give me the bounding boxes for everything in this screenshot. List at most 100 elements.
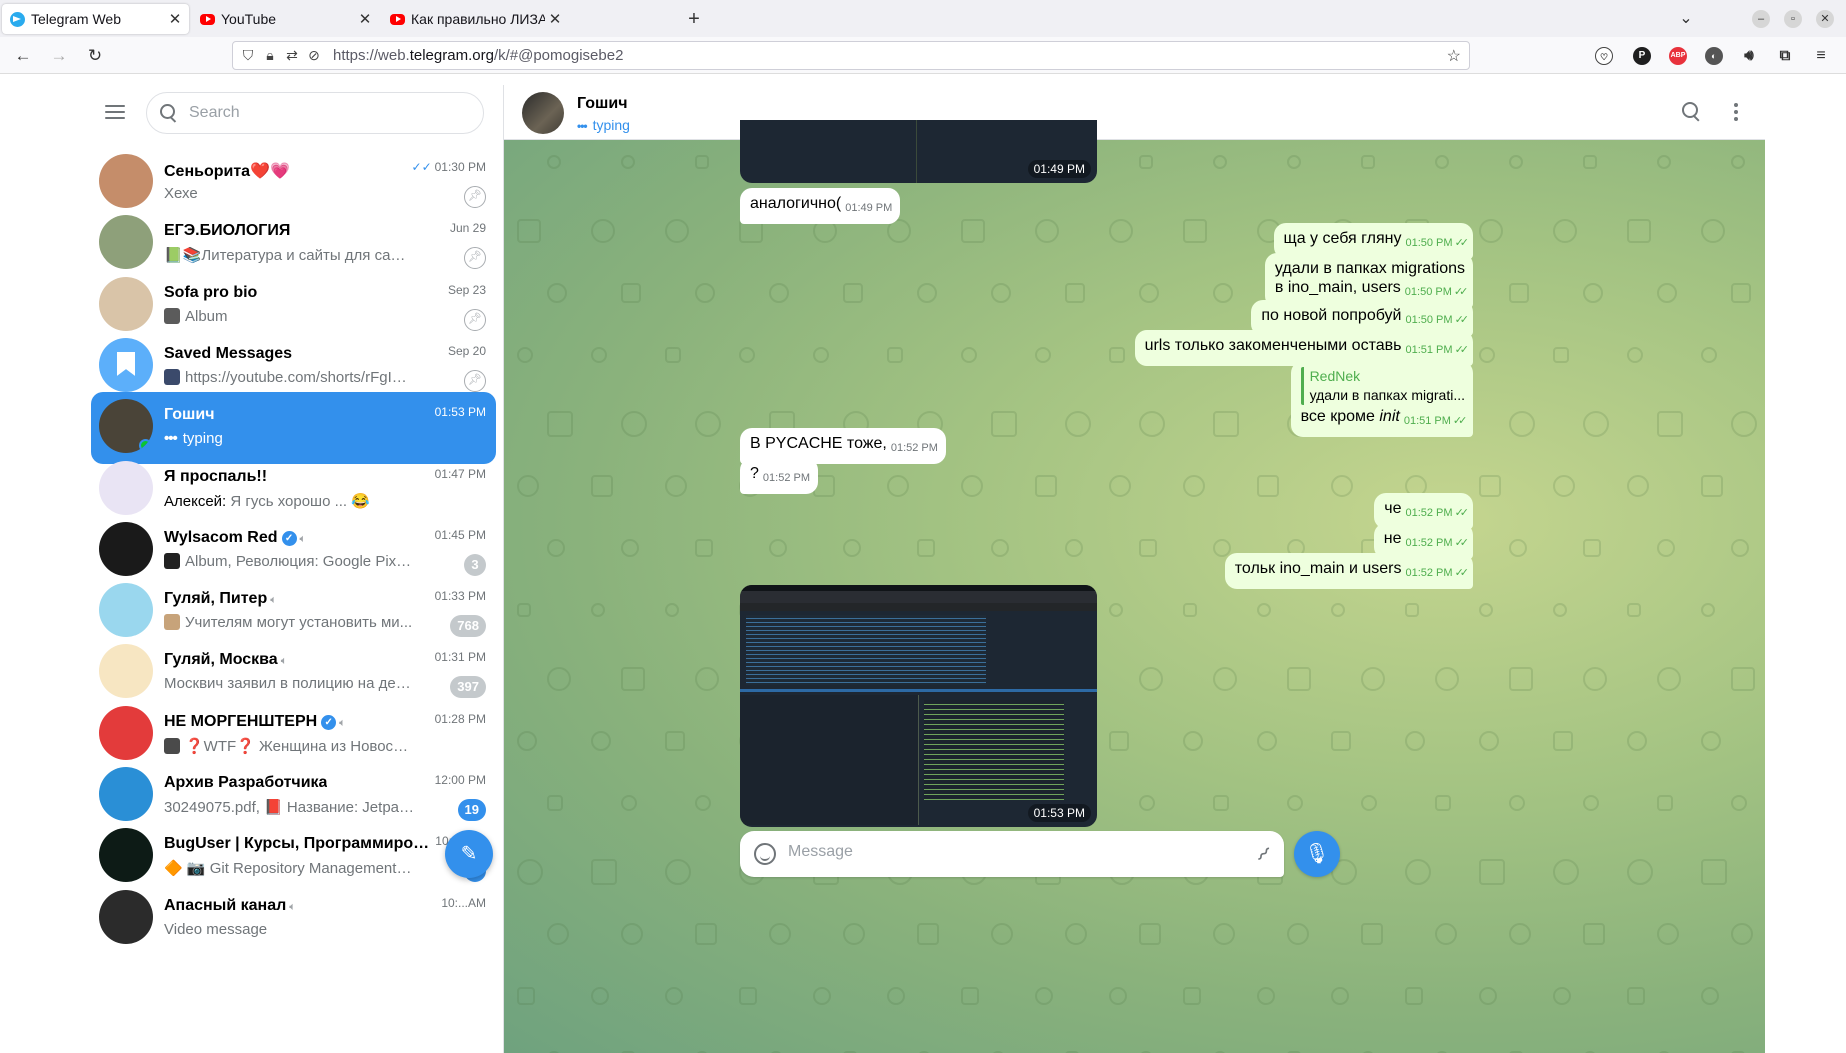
wallpaper-doodle — [990, 411, 1017, 437]
pin-icon: 📌︎ — [464, 186, 486, 208]
minimize-icon[interactable]: – — [1752, 10, 1770, 28]
new-tab-icon[interactable]: + — [683, 9, 705, 29]
tab-youtube-video[interactable]: Как правильно ЛИЗАТЬ ✕ — [382, 4, 569, 34]
wallpaper-doodle — [1138, 155, 1153, 169]
wallpaper-doodle — [916, 923, 939, 945]
speaker-icon[interactable]: 🔊︎ — [1740, 47, 1758, 65]
wallpaper-doodle — [1656, 411, 1683, 437]
close-tab-icon[interactable]: ✕ — [165, 10, 185, 28]
wallpaper-doodle — [768, 283, 789, 303]
app-menu-icon[interactable]: ≡ — [1812, 47, 1830, 65]
wallpaper-doodle — [842, 539, 861, 557]
wallpaper-doodle — [1256, 603, 1271, 617]
reply-quote[interactable]: RedNek удали в папках migrati... — [1300, 367, 1465, 405]
avatar — [99, 215, 153, 270]
wallpaper-doodle — [1582, 923, 1605, 945]
wallpaper-doodle — [1212, 923, 1235, 945]
bookmark-star-icon[interactable]: ☆ — [1447, 46, 1461, 66]
incoming-message[interactable]: аналогично(01:49 PM — [740, 188, 901, 224]
muted-icon: 🔈︎ — [299, 532, 307, 545]
unread-badge: 19 — [457, 799, 486, 821]
hamburger-menu-icon[interactable] — [103, 102, 127, 122]
reload-icon[interactable]: ↻ — [84, 45, 106, 67]
wallpaper-doodle — [1138, 411, 1165, 437]
shield-icon[interactable]: ⛉ — [237, 47, 259, 64]
wallpaper-doodle — [590, 859, 617, 885]
new-message-pencil-icon[interactable]: ✎ — [445, 830, 493, 878]
adblock-icon[interactable]: ABP — [1669, 47, 1687, 65]
close-window-icon[interactable]: ✕ — [1816, 10, 1834, 28]
close-tab-icon[interactable]: ✕ — [355, 10, 375, 28]
outgoing-message[interactable]: RedNek удали в папках migrati... все кроме… — [1290, 361, 1473, 437]
chat-title[interactable]: Гошич — [577, 95, 628, 113]
incoming-message[interactable]: ? 01:52 PM — [740, 458, 818, 494]
wallpaper-doodle — [1508, 155, 1523, 169]
emoji-icon[interactable] — [754, 843, 776, 865]
back-arrow-icon[interactable]: ← — [12, 45, 34, 67]
outgoing-message[interactable]: тольк ino_main и users 01:52 PM ✓✓ — [1224, 553, 1473, 589]
image-message[interactable]: 01:49 PM — [740, 120, 1097, 183]
more-menu-icon[interactable] — [1733, 101, 1739, 123]
search-input[interactable] — [189, 104, 469, 122]
wallpaper-doodle — [694, 283, 715, 303]
wallpaper-doodle — [1404, 859, 1431, 885]
media-thumbnail — [164, 737, 180, 754]
tab-list-chevron-icon[interactable]: ⌄ — [1675, 9, 1697, 29]
read-check-icon: ✓✓ — [1454, 344, 1470, 356]
tab-telegram[interactable]: Telegram Web ✕ — [2, 4, 189, 34]
message-text: по новой попробуй — [1261, 307, 1402, 324]
wallpaper-doodle — [1404, 987, 1423, 1005]
attach-paperclip-icon[interactable]: ⌇ — [1251, 842, 1276, 867]
search-icon[interactable] — [1681, 101, 1703, 123]
wallpaper-doodle — [664, 347, 681, 363]
profile-extension-icon[interactable]: P — [1633, 47, 1651, 65]
wallpaper-doodle — [1478, 603, 1493, 617]
wallpaper-doodle — [916, 539, 935, 557]
wallpaper-doodle — [516, 731, 537, 751]
search-box[interactable] — [146, 92, 484, 134]
wallpaper-doodle — [620, 283, 641, 303]
wallpaper-doodle — [1730, 155, 1745, 169]
chat-time: 01:47 PM — [434, 466, 486, 481]
chat-area: Гошич ••• typing 01:49 PM аналогично(01:4… — [504, 85, 1765, 1053]
wallpaper-doodle — [1700, 859, 1727, 885]
message-input[interactable] — [788, 843, 1228, 861]
tab-youtube[interactable]: YouTube ✕ — [192, 4, 379, 34]
permissions-icon[interactable]: ⇄ — [281, 47, 303, 64]
wallpaper-doodle — [546, 155, 561, 169]
chat-time: 01:31 PM — [434, 650, 486, 665]
camera-blocked-icon[interactable]: ⊘ — [303, 47, 325, 64]
wallpaper-doodle — [886, 347, 903, 363]
chat-preview: ••• typing — [164, 430, 223, 448]
extensions-puzzle-icon[interactable]: ⧉ — [1776, 47, 1794, 65]
address-bar[interactable]: ⛉ 🔒︎ ⇄ ⊘ https://web.telegram.org/k/#@po… — [232, 41, 1470, 70]
read-check-icon: ✓✓ — [1454, 237, 1470, 249]
tab-title: YouTube — [221, 11, 277, 27]
chat-name: Я проспаль!! — [164, 467, 268, 485]
tab-title: Как правильно ЛИЗАТЬ — [411, 11, 545, 27]
wallpaper-doodle — [1700, 603, 1715, 617]
wallpaper-doodle — [886, 475, 909, 497]
tab-title: Telegram Web — [31, 11, 122, 27]
image-message[interactable]: 01:53 PM — [740, 585, 1097, 827]
close-tab-icon[interactable]: ✕ — [545, 10, 565, 28]
message-time: 01:49 PM — [845, 202, 893, 214]
maximize-icon[interactable]: ▫ — [1784, 10, 1802, 28]
wallpaper-doodle — [546, 795, 563, 811]
wallpaper-doodle — [1138, 667, 1163, 691]
read-check-icon: ✓✓ — [1454, 314, 1470, 326]
wallpaper-doodle — [1360, 795, 1377, 811]
extension-icon[interactable]: ◐ — [1705, 47, 1723, 65]
forward-arrow-icon[interactable]: → — [48, 45, 70, 67]
avatar[interactable] — [522, 92, 564, 134]
wallpaper-doodle — [1582, 539, 1601, 557]
wallpaper-doodle — [546, 539, 565, 557]
read-check-icon: ✓✓ — [1452, 415, 1468, 427]
message-time: 01:52 PM ✓✓ — [1405, 507, 1469, 519]
lock-icon[interactable]: 🔒︎ — [259, 47, 281, 64]
pocket-icon[interactable]: ♡ — [1595, 47, 1613, 65]
microphone-icon[interactable]: 🎙︎ — [1294, 831, 1340, 877]
wallpaper-doodle — [1478, 859, 1505, 885]
wallpaper-doodle — [1064, 283, 1085, 303]
chat-list-item[interactable]: Апасный канал 🔈︎ 10:...AM Video message — [91, 883, 496, 955]
